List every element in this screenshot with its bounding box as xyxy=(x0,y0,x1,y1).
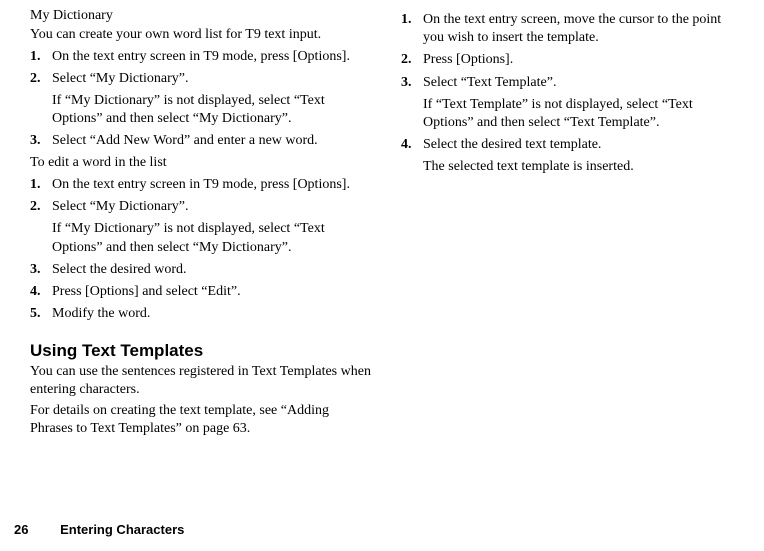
list-item: 1. On the text entry screen in T9 mode, … xyxy=(30,48,373,66)
item-number: 5. xyxy=(30,305,52,323)
list-item: 1. On the text entry screen in T9 mode, … xyxy=(30,176,373,194)
page-footer: 26 Entering Characters xyxy=(14,522,184,537)
item-number: 1. xyxy=(30,48,52,66)
item-text: Modify the word. xyxy=(52,305,373,323)
list-item: 2. Select “My Dictionary”. If “My Dictio… xyxy=(30,70,373,129)
list-item: 1. On the text entry screen, move the cu… xyxy=(401,11,744,47)
item-text: Press [Options] and select “Edit”. xyxy=(52,283,373,301)
item-number: 1. xyxy=(401,11,423,47)
item-number: 4. xyxy=(30,283,52,301)
item-text: Select “My Dictionary”. If “My Dictionar… xyxy=(52,198,373,257)
edit-word-intro: To edit a word in the list xyxy=(30,154,373,172)
item-text: Select “Add New Word” and enter a new wo… xyxy=(52,132,373,150)
item-text: On the text entry screen in T9 mode, pre… xyxy=(52,176,373,194)
footer-section-title: Entering Characters xyxy=(60,522,184,537)
list-item: 4. Press [Options] and select “Edit”. xyxy=(30,283,373,301)
my-dictionary-intro: You can create your own word list for T9… xyxy=(30,26,373,44)
list-item: 3. Select “Add New Word” and enter a new… xyxy=(30,132,373,150)
item-main: Select “My Dictionary”. xyxy=(52,199,188,214)
list-item: 4. Select the desired text template. The… xyxy=(401,136,744,176)
item-number: 2. xyxy=(30,198,52,257)
item-text: Select “Text Template”. If “Text Templat… xyxy=(423,74,744,133)
item-number: 3. xyxy=(401,74,423,133)
item-note: If “My Dictionary” is not displayed, sel… xyxy=(52,92,373,128)
item-note: The selected text template is inserted. xyxy=(423,158,744,176)
item-text: Select “My Dictionary”. If “My Dictionar… xyxy=(52,70,373,129)
item-number: 3. xyxy=(30,261,52,279)
my-dictionary-edit-list: 1. On the text entry screen in T9 mode, … xyxy=(30,176,373,323)
item-number: 2. xyxy=(401,51,423,69)
list-item: 2. Press [Options]. xyxy=(401,51,744,69)
text-templates-heading: Using Text Templates xyxy=(30,341,373,361)
my-dictionary-create-list: 1. On the text entry screen in T9 mode, … xyxy=(30,48,373,151)
list-item: 3. Select the desired word. xyxy=(30,261,373,279)
text-templates-intro: You can use the sentences registered in … xyxy=(30,363,373,398)
item-text: On the text entry screen in T9 mode, pre… xyxy=(52,48,373,66)
item-main: Select the desired text template. xyxy=(423,137,601,152)
my-dictionary-heading: My Dictionary xyxy=(30,8,373,24)
text-templates-ref: For details on creating the text templat… xyxy=(30,402,373,437)
item-main: Select “Text Template”. xyxy=(423,75,556,90)
item-text: On the text entry screen, move the curso… xyxy=(423,11,744,47)
item-number: 1. xyxy=(30,176,52,194)
text-template-insert-list: 1. On the text entry screen, move the cu… xyxy=(401,11,744,177)
item-number: 3. xyxy=(30,132,52,150)
item-text: Select the desired word. xyxy=(52,261,373,279)
item-text: Press [Options]. xyxy=(423,51,744,69)
left-column: My Dictionary You can create your own wo… xyxy=(30,8,373,441)
list-item: 3. Select “Text Template”. If “Text Temp… xyxy=(401,74,744,133)
item-note: If “Text Template” is not displayed, sel… xyxy=(423,96,744,132)
item-text: Select the desired text template. The se… xyxy=(423,136,744,176)
list-item: 5. Modify the word. xyxy=(30,305,373,323)
item-number: 2. xyxy=(30,70,52,129)
right-column: 1. On the text entry screen, move the cu… xyxy=(401,8,744,441)
page-number: 26 xyxy=(14,522,28,537)
list-item: 2. Select “My Dictionary”. If “My Dictio… xyxy=(30,198,373,257)
item-main: Select “My Dictionary”. xyxy=(52,71,188,86)
item-note: If “My Dictionary” is not displayed, sel… xyxy=(52,220,373,256)
item-number: 4. xyxy=(401,136,423,176)
